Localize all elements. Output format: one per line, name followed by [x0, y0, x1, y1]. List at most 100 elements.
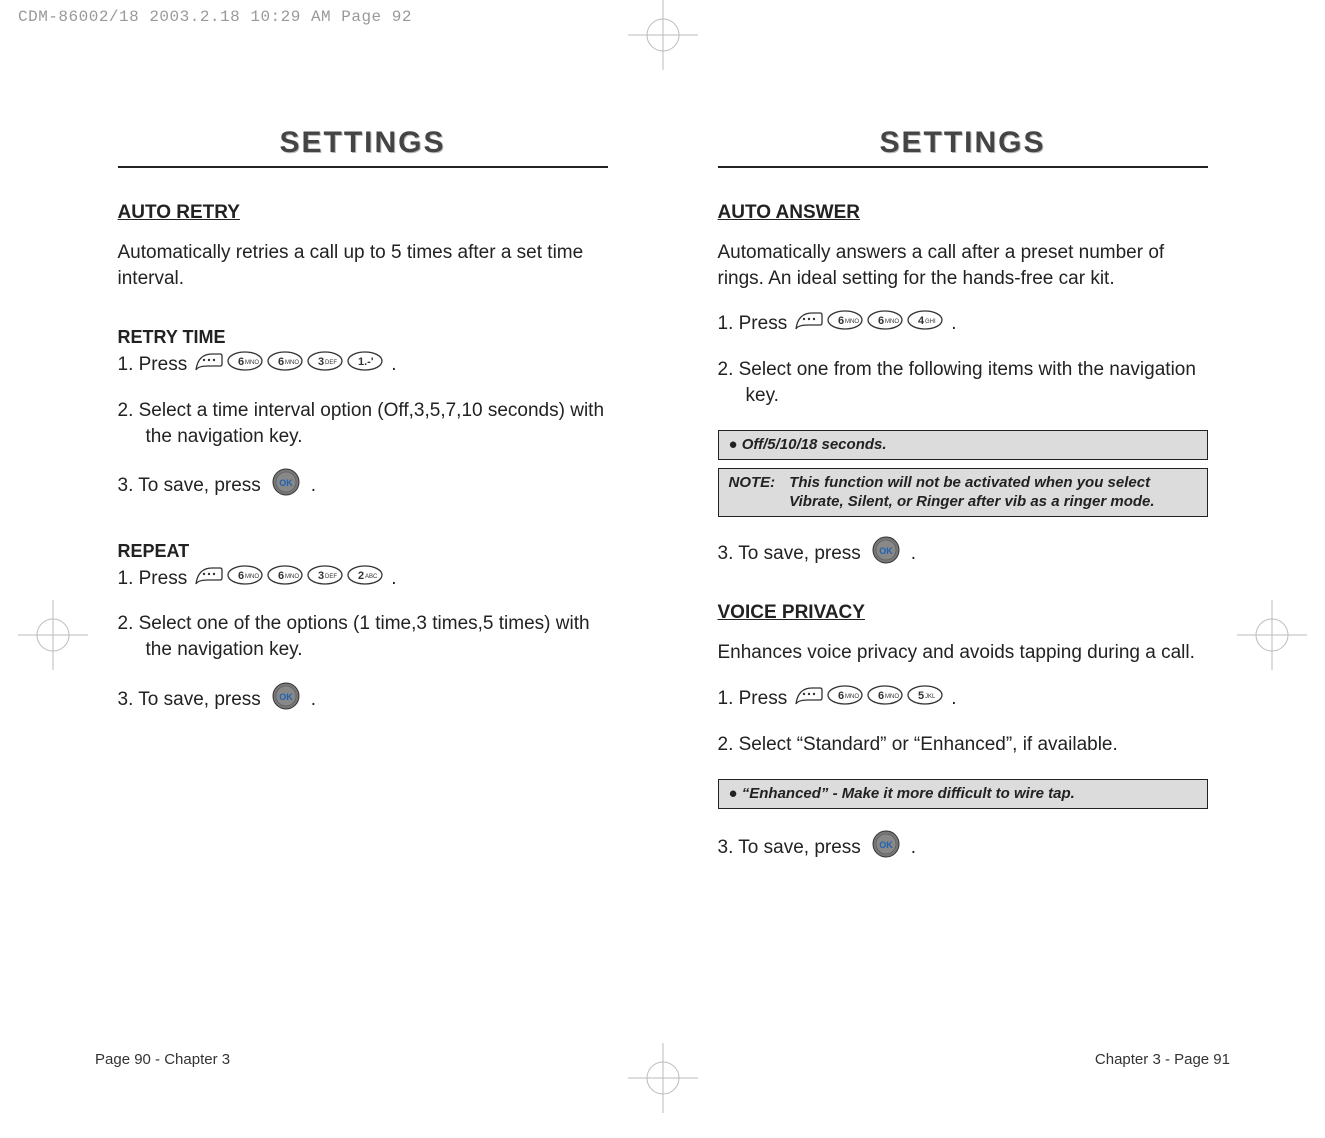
heading-auto-retry: AUTO RETRY	[118, 202, 608, 224]
ok-key-icon: OK	[271, 681, 301, 719]
step-text: 3. To save, press	[718, 835, 861, 861]
note-box-off-seconds: ● Off/5/10/18 seconds.	[718, 430, 1208, 460]
left-page: SETTINGS AUTO RETRY Automatically retrie…	[118, 126, 608, 884]
svg-text:6: 6	[238, 570, 244, 582]
step-text: 1. Press	[118, 352, 188, 378]
svg-text:6: 6	[278, 570, 284, 582]
heading-auto-answer: AUTO ANSWER	[718, 202, 1208, 224]
bullet-icon: ●	[729, 785, 742, 802]
note-body: This function will not be activated when…	[789, 473, 1196, 512]
keypad-key-icon: 6MNO	[826, 309, 864, 339]
voice-privacy-step1: 1. Press 6MNO6MNO5JKL .	[718, 684, 1208, 714]
step-text: 3. To save, press	[718, 541, 861, 567]
key-list: 6MNO6MNO5JKL	[793, 684, 945, 714]
svg-text:JKL: JKL	[925, 694, 936, 700]
ok-key: OK	[867, 829, 905, 867]
svg-text:OK: OK	[279, 478, 293, 488]
svg-text:3: 3	[318, 570, 324, 582]
svg-text:MNO: MNO	[845, 319, 859, 325]
svg-text:MNO: MNO	[245, 360, 259, 366]
keypad-key-icon: 1.-'	[346, 350, 384, 380]
footer-left: Page 90 - Chapter 3	[95, 1051, 230, 1068]
retry-time-step2: 2. Select a time interval option (Off,3,…	[118, 398, 608, 449]
step-text: 1. Press	[718, 686, 788, 712]
period: .	[911, 835, 916, 861]
voice-privacy-step2: 2. Select “Standard” or “Enhanced”, if a…	[718, 732, 1208, 758]
keypad-key-icon: 4GHI	[906, 309, 944, 339]
svg-text:6: 6	[238, 356, 244, 368]
retry-time-step1: 1. Press 6MNO6MNO3DEF1.-' .	[118, 350, 608, 380]
auto-answer-desc: Automatically answers a call after a pre…	[718, 240, 1208, 291]
register-mark-bottom-icon	[628, 1043, 698, 1118]
svg-text:MNO: MNO	[885, 319, 899, 325]
register-mark-right-icon	[1237, 600, 1307, 675]
svg-text:4: 4	[918, 315, 925, 327]
period: .	[951, 311, 956, 337]
svg-text:MNO: MNO	[285, 574, 299, 580]
svg-text:GHI: GHI	[925, 319, 936, 325]
svg-text:6: 6	[838, 690, 844, 702]
repeat-step3: 3. To save, press OK .	[118, 681, 608, 719]
auto-answer-step2: 2. Select one from the following items w…	[718, 357, 1208, 408]
svg-text:DEF: DEF	[325, 360, 337, 366]
key-list: 6MNO6MNO3DEF2ABC	[193, 564, 385, 594]
ok-key: OK	[267, 681, 305, 719]
register-mark-left-icon	[18, 600, 88, 675]
page-title: SETTINGS	[718, 126, 1208, 168]
ok-key-icon: OK	[871, 829, 901, 867]
svg-text:6: 6	[878, 690, 884, 702]
heading-repeat: REPEAT	[118, 541, 608, 562]
voice-privacy-desc: Enhances voice privacy and avoids tappin…	[718, 640, 1208, 666]
repeat-step2: 2. Select one of the options (1 time,3 t…	[118, 611, 608, 662]
repeat-step1: 1. Press 6MNO6MNO3DEF2ABC .	[118, 564, 608, 594]
period: .	[311, 687, 316, 713]
svg-text:MNO: MNO	[885, 694, 899, 700]
period: .	[311, 473, 316, 499]
softkey-icon	[794, 684, 824, 714]
ok-key-icon: OK	[871, 535, 901, 573]
heading-voice-privacy: VOICE PRIVACY	[718, 602, 1208, 624]
keypad-key-icon: 6MNO	[226, 350, 264, 380]
svg-text:1.-': 1.-'	[358, 356, 374, 368]
period: .	[911, 541, 916, 567]
key-list: 6MNO6MNO3DEF1.-'	[193, 350, 385, 380]
svg-text:OK: OK	[879, 546, 893, 556]
register-mark-top-icon	[628, 0, 698, 75]
step-text: 3. To save, press	[118, 473, 261, 499]
auto-retry-desc: Automatically retries a call up to 5 tim…	[118, 240, 608, 291]
auto-answer-step3: 3. To save, press OK .	[718, 535, 1208, 573]
svg-text:2: 2	[358, 570, 364, 582]
svg-text:MNO: MNO	[845, 694, 859, 700]
keypad-key-icon: 3DEF	[306, 564, 344, 594]
softkey-icon	[194, 350, 224, 380]
voice-privacy-step3: 3. To save, press OK .	[718, 829, 1208, 867]
ok-key: OK	[267, 467, 305, 505]
note-label: NOTE:	[729, 473, 776, 512]
softkey-icon	[194, 564, 224, 594]
keypad-key-icon: 6MNO	[826, 684, 864, 714]
note-box-warning: NOTE: This function will not be activate…	[718, 468, 1208, 517]
period: .	[391, 566, 396, 592]
softkey-icon	[794, 309, 824, 339]
keypad-key-icon: 2ABC	[346, 564, 384, 594]
footer-right: Chapter 3 - Page 91	[1095, 1051, 1230, 1068]
svg-text:6: 6	[838, 315, 844, 327]
ok-key-icon: OK	[271, 467, 301, 505]
key-list: 6MNO6MNO4GHI	[793, 309, 945, 339]
keypad-key-icon: 3DEF	[306, 350, 344, 380]
svg-text:DEF: DEF	[325, 574, 337, 580]
period: .	[391, 352, 396, 378]
auto-answer-step1: 1. Press 6MNO6MNO4GHI .	[718, 309, 1208, 339]
period: .	[951, 686, 956, 712]
heading-retry-time: RETRY TIME	[118, 327, 608, 348]
svg-text:ABC: ABC	[365, 574, 378, 580]
svg-text:6: 6	[878, 315, 884, 327]
keypad-key-icon: 6MNO	[266, 350, 304, 380]
svg-text:OK: OK	[879, 840, 893, 850]
keypad-key-icon: 6MNO	[866, 684, 904, 714]
keypad-key-icon: 6MNO	[226, 564, 264, 594]
step-text: 3. To save, press	[118, 687, 261, 713]
note-text: Off/5/10/18 seconds.	[742, 436, 887, 453]
page-title: SETTINGS	[118, 126, 608, 168]
svg-text:5: 5	[918, 690, 924, 702]
